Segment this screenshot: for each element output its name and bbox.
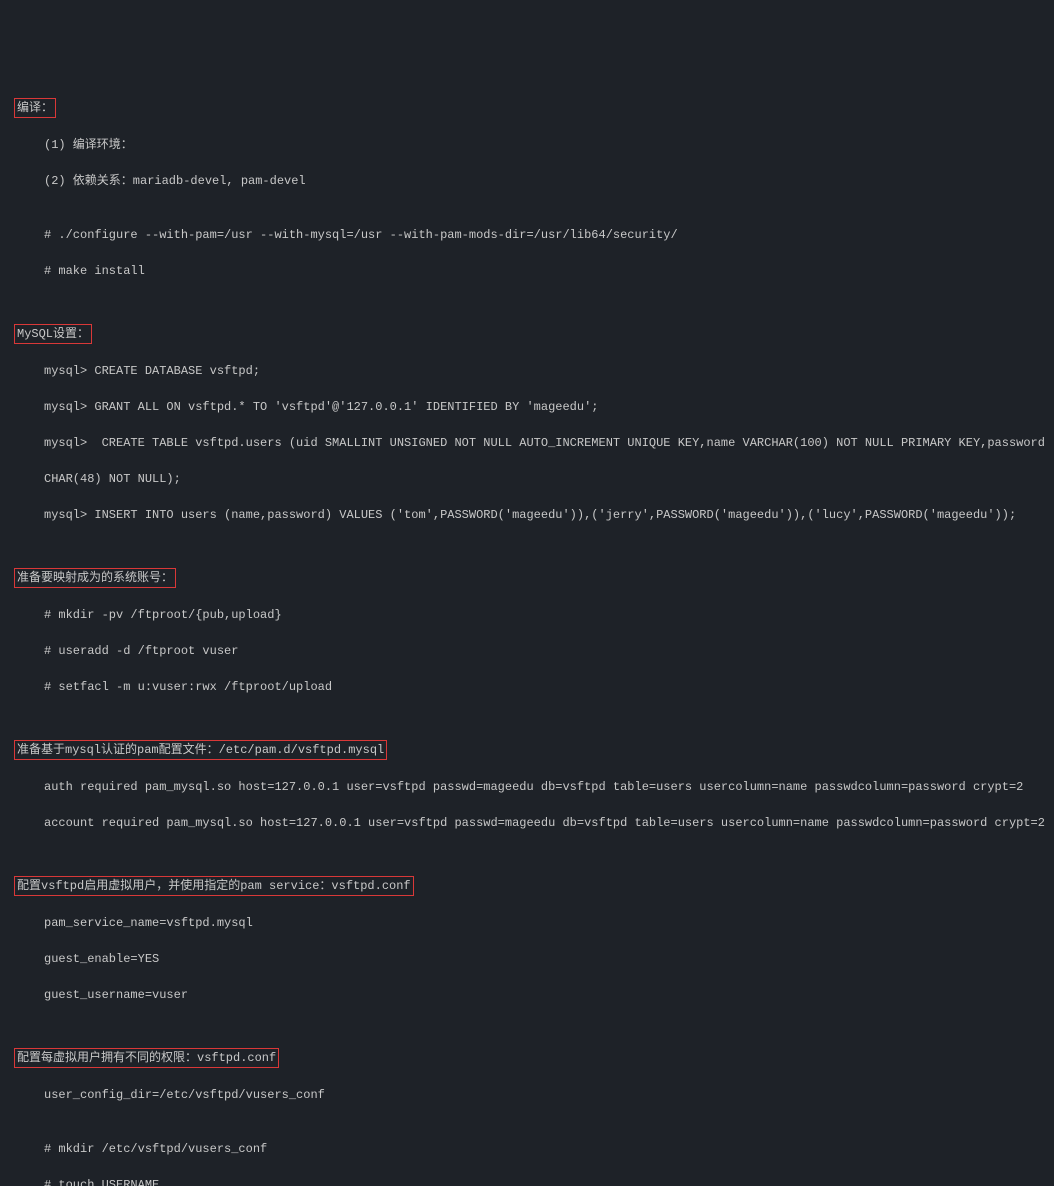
code-line: # mkdir -pv /ftproot/{pub,upload}: [44, 606, 1046, 624]
code-line: mysql> GRANT ALL ON vsftpd.* TO 'vsftpd'…: [44, 398, 1046, 416]
code-line: auth required pam_mysql.so host=127.0.0.…: [44, 778, 1046, 796]
code-line: guest_enable=YES: [44, 950, 1046, 968]
code-line: # useradd -d /ftproot vuser: [44, 642, 1046, 660]
section-vsftpd-virtual-header: 配置vsftpd启用虚拟用户，并使用指定的pam service：vsftpd.…: [14, 876, 414, 896]
code-line: # ./configure --with-pam=/usr --with-mys…: [44, 226, 1046, 244]
code-line: account required pam_mysql.so host=127.0…: [44, 814, 1046, 832]
code-line: (1) 编译环境：: [44, 136, 1046, 154]
code-line: mysql> CREATE DATABASE vsftpd;: [44, 362, 1046, 380]
section-permissions-header: 配置每虚拟用户拥有不同的权限：vsftpd.conf: [14, 1048, 279, 1068]
code-line: (2) 依赖关系：mariadb-devel, pam-devel: [44, 172, 1046, 190]
code-line: # touch USERNAME: [44, 1176, 1046, 1186]
code-line: # make install: [44, 262, 1046, 280]
code-line: guest_username=vuser: [44, 986, 1046, 1004]
code-line: pam_service_name=vsftpd.mysql: [44, 914, 1046, 932]
code-document: 编译： (1) 编译环境： (2) 依赖关系：mariadb-devel, pa…: [8, 80, 1046, 1186]
section-mysql-header: MySQL设置：: [14, 324, 92, 344]
code-line: CHAR(48) NOT NULL);: [44, 470, 1046, 488]
code-line: user_config_dir=/etc/vsftpd/vusers_conf: [44, 1086, 1046, 1104]
code-line: mysql> INSERT INTO users (name,password)…: [44, 506, 1046, 524]
code-line: mysql> CREATE TABLE vsftpd.users (uid SM…: [44, 434, 1046, 452]
code-line: # setfacl -m u:vuser:rwx /ftproot/upload: [44, 678, 1046, 696]
code-line: # mkdir /etc/vsftpd/vusers_conf: [44, 1140, 1046, 1158]
section-compile-header: 编译：: [14, 98, 56, 118]
section-sysaccount-header: 准备要映射成为的系统账号：: [14, 568, 176, 588]
section-pam-header: 准备基于mysql认证的pam配置文件：/etc/pam.d/vsftpd.my…: [14, 740, 387, 760]
